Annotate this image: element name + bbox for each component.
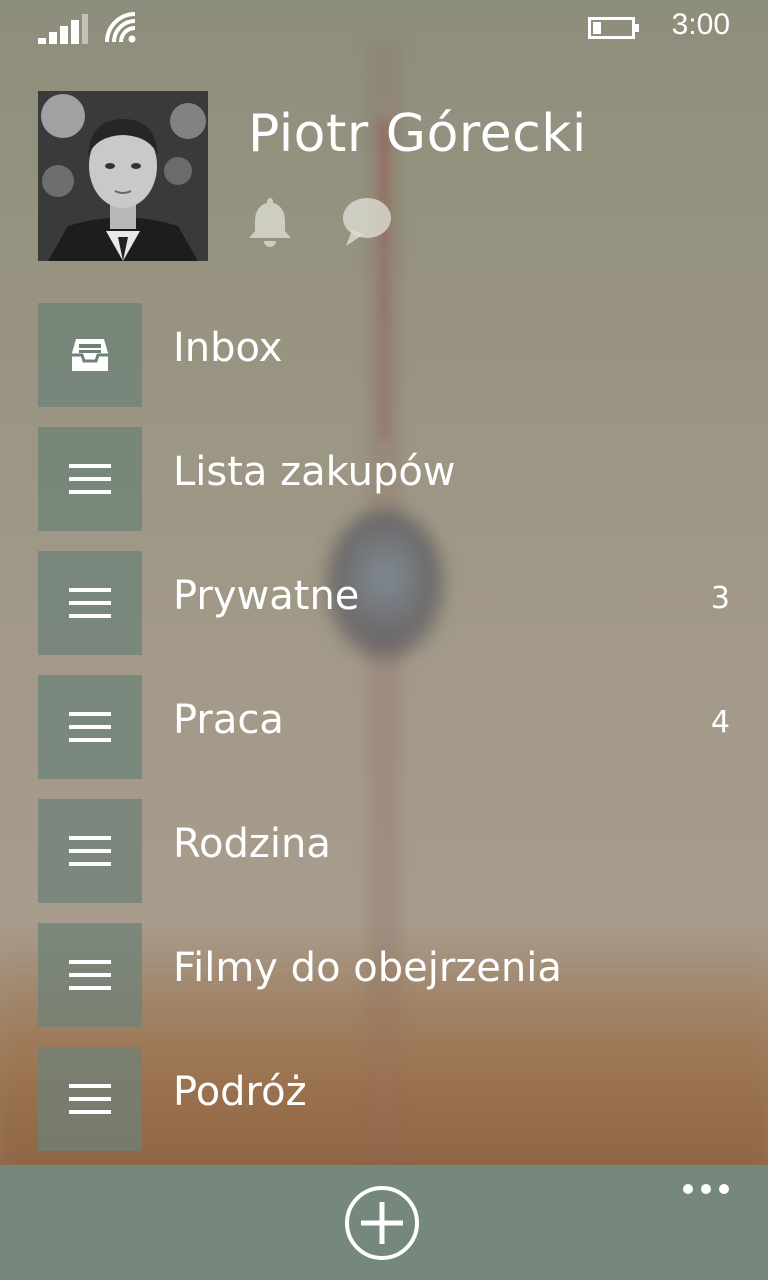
list-item-filmy-do-obejrzenia[interactable]: Filmy do obejrzenia: [0, 923, 768, 1047]
list-menu: Inbox Lista zakupów Prywatne 3 Praca 4 R…: [0, 303, 768, 1171]
bell-icon[interactable]: [246, 196, 294, 248]
more-button[interactable]: [680, 1177, 740, 1201]
status-bar: 3:00: [0, 0, 768, 56]
list-item-count: 3: [710, 581, 730, 616]
list-item-podroz[interactable]: Podróż: [0, 1047, 768, 1171]
list-tile: [38, 799, 142, 903]
signal-icon: [38, 14, 88, 44]
more-icon: [683, 1184, 729, 1194]
list-icon: [69, 1084, 111, 1114]
list-item-label: Prywatne: [173, 573, 360, 619]
app-bar: [0, 1165, 768, 1280]
chat-icon[interactable]: [340, 196, 392, 248]
list-tile: [38, 1047, 142, 1151]
user-name: Piotr Górecki: [248, 104, 587, 164]
list-item-rodzina[interactable]: Rodzina: [0, 799, 768, 923]
list-item-label: Podróż: [173, 1069, 307, 1115]
add-list-button[interactable]: [344, 1185, 420, 1261]
list-tile: [38, 675, 142, 779]
battery-icon: [588, 17, 639, 39]
list-item-label: Praca: [173, 697, 284, 743]
list-item-label: Lista zakupów: [173, 449, 456, 495]
list-item-prywatne[interactable]: Prywatne 3: [0, 551, 768, 675]
list-item-praca[interactable]: Praca 4: [0, 675, 768, 799]
wifi-icon: [105, 12, 136, 43]
list-icon: [69, 836, 111, 866]
list-icon: [69, 464, 111, 494]
list-item-count: 4: [710, 705, 730, 740]
avatar-photo: [38, 91, 208, 261]
list-tile: [38, 303, 142, 407]
list-tile: [38, 923, 142, 1027]
list-icon: [69, 960, 111, 990]
list-item-label: Filmy do obejrzenia: [173, 945, 562, 991]
screen: 3:00 Piotr Górecki Inbox Lista zakupów P…: [0, 0, 768, 1280]
list-tile: [38, 551, 142, 655]
list-item-lista-zakupow[interactable]: Lista zakupów: [0, 427, 768, 551]
list-item-inbox[interactable]: Inbox: [0, 303, 768, 427]
clock: 3:00: [671, 8, 730, 41]
inbox-icon: [72, 339, 108, 371]
list-icon: [69, 588, 111, 618]
avatar[interactable]: [38, 91, 208, 261]
list-item-label: Rodzina: [173, 821, 331, 867]
list-tile: [38, 427, 142, 531]
list-icon: [69, 712, 111, 742]
add-icon: [345, 1186, 419, 1260]
list-item-label: Inbox: [173, 325, 283, 371]
